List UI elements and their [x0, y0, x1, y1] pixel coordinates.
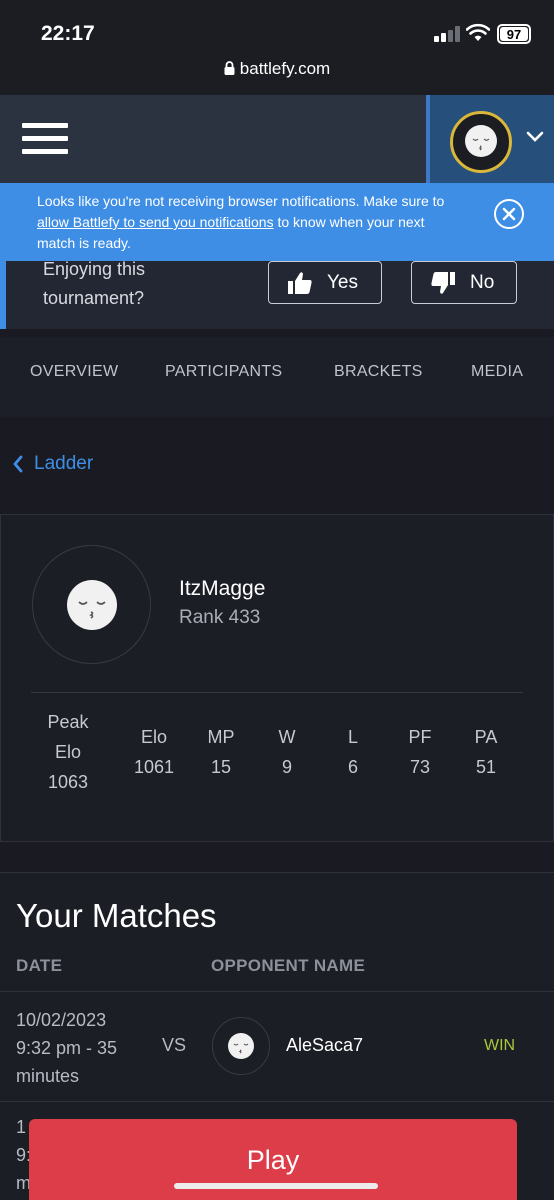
status-bar: 22:17 97 battlefy.com: [0, 0, 554, 95]
stat-value: 1061: [133, 757, 175, 777]
stat-label: MP: [207, 727, 235, 747]
player-rank: Rank 433: [179, 607, 261, 628]
battery-icon: 97: [497, 24, 531, 44]
stat-value: 9: [281, 757, 292, 777]
thumbs-down-icon: [431, 271, 455, 294]
player-card: ItzMagge Rank 433 Peak Elo 1063 Elo 1061…: [0, 514, 554, 842]
tab-overview[interactable]: OVERVIEW: [30, 363, 118, 381]
match-date-day: 10/02/2023: [16, 1010, 107, 1030]
tab-participants[interactable]: PARTICIPANTS: [165, 363, 282, 381]
kiss-face-icon: [67, 580, 117, 630]
notification-banner: Looks like you're not receiving browser …: [0, 183, 554, 261]
address-bar[interactable]: battlefy.com: [0, 59, 554, 79]
stat-label: Elo: [54, 742, 81, 762]
stat-peak-elo: Peak Elo 1063: [39, 707, 97, 797]
play-label: Play: [246, 1145, 300, 1175]
hamburger-icon[interactable]: [22, 123, 68, 155]
no-label: No: [470, 271, 495, 293]
stat-label: W: [278, 727, 296, 747]
vs-label: VS: [162, 1035, 187, 1055]
match-result: WIN: [484, 1037, 516, 1054]
stat-value: 73: [409, 757, 431, 777]
feedback-question: Enjoying this tournament?: [43, 259, 146, 308]
notification-text-start: Looks like you're not receiving browser …: [37, 193, 445, 209]
stat-pf: PF 73: [392, 722, 448, 782]
close-circle-icon[interactable]: [494, 199, 524, 229]
lock-icon: [224, 61, 235, 75]
stat-label: Elo: [140, 727, 167, 747]
stat-mp: MP 15: [193, 722, 249, 782]
clock: 22:17: [41, 22, 95, 45]
profile-menu[interactable]: [426, 95, 554, 183]
yes-label: Yes: [327, 271, 358, 293]
tab-brackets[interactable]: BRACKETS: [334, 363, 423, 381]
stat-label: Peak: [47, 712, 89, 732]
opponent-avatar[interactable]: [212, 1017, 270, 1075]
stat-value: 1063: [47, 772, 89, 792]
home-indicator[interactable]: [174, 1183, 378, 1189]
kiss-face-icon: [465, 125, 497, 157]
stat-label: PA: [474, 727, 498, 747]
match-date-unit: minutes: [16, 1066, 80, 1086]
back-to-ladder-link[interactable]: Ladder: [12, 453, 93, 475]
avatar: [32, 545, 151, 664]
tournament-tabs: OVERVIEW PARTICIPANTS BRACKETS MEDIA: [0, 337, 554, 417]
opponent-name[interactable]: AleSaca7: [286, 1035, 363, 1056]
chevron-left-icon: [13, 455, 23, 473]
chevron-down-icon[interactable]: [526, 131, 544, 143]
wifi-icon: [466, 23, 490, 41]
stat-value: 15: [210, 757, 232, 777]
stat-value: 6: [347, 757, 358, 777]
match-date-time: 9:32 pm - 35: [16, 1038, 118, 1058]
divider: [0, 991, 554, 992]
divider: [31, 692, 523, 693]
column-header-opponent: OPPONENT NAME: [211, 956, 366, 975]
stat-value: 51: [475, 757, 497, 777]
notification-text: Looks like you're not receiving browser …: [37, 191, 457, 254]
back-label: Ladder: [34, 453, 94, 474]
allow-notifications-link[interactable]: allow Battlefy to send you notifications: [37, 214, 274, 230]
avatar[interactable]: [450, 111, 512, 173]
stat-label: L: [347, 727, 358, 747]
yes-button[interactable]: Yes: [268, 261, 382, 304]
battery-level: 97: [500, 27, 528, 42]
signal-icon: [434, 26, 460, 42]
stat-w: W 9: [259, 722, 315, 782]
thumbs-up-icon: [288, 271, 312, 294]
kiss-face-icon: [228, 1033, 254, 1059]
match-date: 10/02/2023 9:32 pm - 35 minutes: [16, 1006, 146, 1090]
stat-elo: Elo 1061: [125, 722, 183, 782]
stat-label: PF: [408, 727, 432, 747]
divider: [0, 1101, 554, 1102]
stat-l: L 6: [325, 722, 381, 782]
stat-pa: PA 51: [458, 722, 514, 782]
url-text: battlefy.com: [239, 59, 331, 78]
column-header-date: DATE: [16, 956, 63, 975]
tab-media[interactable]: MEDIA: [471, 363, 523, 381]
no-button[interactable]: No: [411, 261, 517, 304]
tournament-feedback: Enjoying this tournament? Yes No: [0, 259, 554, 329]
player-name: ItzMagge: [179, 577, 266, 600]
section-title: Your Matches: [16, 897, 217, 934]
